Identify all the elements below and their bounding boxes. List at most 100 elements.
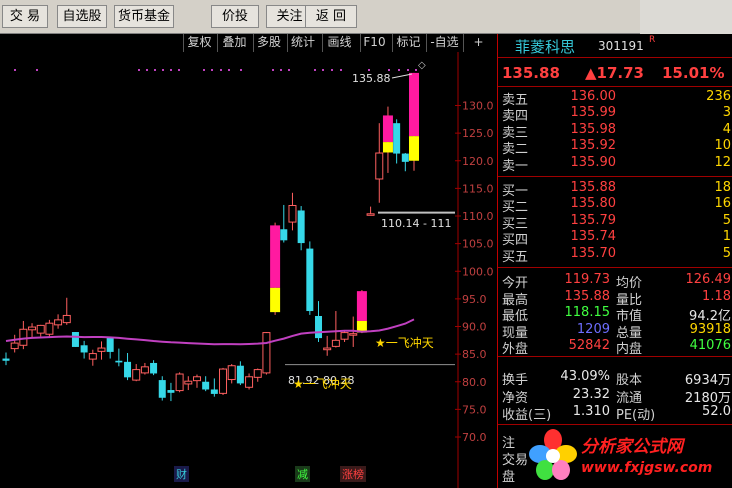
stock-name: 菲菱科思	[515, 38, 576, 56]
stat-row[interactable]: 今开 119.73 均价 126.49	[498, 272, 732, 291]
candle-body	[366, 213, 375, 216]
stat-value: 43.09%	[560, 369, 610, 384]
axis-tick-label: 130.0	[462, 100, 494, 113]
toolbar-blank	[640, 0, 732, 34]
bid-volume: 18	[714, 180, 731, 195]
bid-price: 135.80	[570, 196, 617, 212]
axis-tick-label: 90.0	[462, 321, 487, 334]
stat-value: 1.310	[572, 404, 610, 419]
draw-line-button[interactable]: 画线	[322, 34, 356, 52]
candle-body	[331, 339, 340, 347]
add-button[interactable]: +	[463, 34, 493, 52]
candle-body	[270, 287, 281, 313]
stat-row[interactable]: 外盘 52842 内盘 41076	[498, 338, 732, 357]
marker-dot	[138, 69, 140, 71]
stat-value: 135.88	[564, 288, 611, 304]
axis-tick-label: 105.0	[462, 238, 494, 251]
stat-label: 净资	[502, 390, 529, 406]
marker-dot	[322, 69, 324, 71]
candle-body	[409, 72, 419, 137]
signal-label-2: ★一飞冲天	[293, 377, 352, 391]
marker-dot	[388, 69, 390, 71]
ask-row[interactable]: 卖二 135.92 10	[498, 138, 732, 157]
stat-value: 126.49	[685, 272, 732, 287]
reduce-tag[interactable]: 减	[295, 466, 310, 482]
stat-row[interactable]: 现量 1209 总量 93918	[498, 321, 732, 341]
marker-dot	[272, 69, 274, 71]
bid-row[interactable]: 买四 135.74 1	[498, 229, 732, 248]
marker-dot	[203, 69, 205, 71]
watchlist-button[interactable]: 自选股	[57, 5, 107, 28]
marker-dot	[288, 69, 290, 71]
top-gainer-tag[interactable]: 涨榜	[340, 466, 366, 482]
candle-body	[54, 319, 63, 326]
candle-body	[280, 229, 288, 241]
candle-body	[297, 210, 305, 244]
top-toolbar: 交 易 自选股 货币基金 价投 关注 返 回	[0, 0, 732, 34]
stat-row[interactable]: 收益(三) 1.310 PE(动) 52.0	[498, 404, 732, 423]
trade-button[interactable]: 交 易	[2, 5, 48, 28]
ask-row[interactable]: 卖四 135.99 3	[498, 105, 732, 124]
stat-value: 52842	[568, 338, 610, 353]
marker-dot	[340, 69, 342, 71]
axis-tick-label: 85.0	[462, 348, 487, 361]
bid-price: 135.74	[570, 229, 617, 245]
stat-label: PE(动)	[616, 408, 656, 423]
ask-label: 卖一	[502, 158, 529, 174]
ask-row[interactable]: 卖三 135.98 4	[498, 122, 732, 141]
stat-label: 流通	[616, 390, 643, 406]
axis-tick-label: 125.0	[462, 127, 494, 140]
stat-row[interactable]: 换手 43.09% 股本 6934万	[498, 369, 732, 388]
overlay-button[interactable]: 叠加	[217, 34, 251, 52]
remove-watchlist-button[interactable]: -自选	[426, 34, 462, 52]
divider	[498, 267, 732, 268]
candle-body	[323, 347, 332, 351]
level-label: 110.14 - 111	[381, 217, 452, 230]
bid-row[interactable]: 买二 135.80 16	[498, 196, 732, 215]
candle-body	[382, 142, 393, 153]
stat-row[interactable]: 净资 23.32 流通 2180万	[498, 386, 732, 406]
stat-row[interactable]: 最高 135.88 量比 1.18	[498, 288, 732, 308]
f10-button[interactable]: F10	[360, 34, 388, 52]
candle-body	[62, 314, 71, 324]
candle-body	[210, 389, 218, 394]
ask-price: 135.92	[570, 138, 617, 154]
marker-dot	[14, 69, 16, 71]
multi-stock-button[interactable]: 多股	[253, 34, 284, 52]
logo-brand: 分析家公式网	[581, 437, 683, 457]
restore-rights-button[interactable]: 复权	[183, 34, 215, 52]
axis-tick-label: 120.0	[462, 155, 494, 168]
value-invest-button[interactable]: 价投	[211, 5, 259, 28]
axis-tick-label: 110.0	[462, 210, 494, 223]
stat-value: 23.32	[572, 386, 610, 402]
finance-tag[interactable]: 财	[174, 466, 189, 482]
candle-body	[106, 337, 114, 352]
candle-body	[158, 380, 166, 398]
marker-dot	[146, 69, 148, 71]
candle-body	[227, 365, 236, 381]
marker-dot	[398, 69, 400, 71]
high-price-label: 135.88	[352, 72, 391, 85]
candle-body	[167, 390, 175, 393]
candle-body	[115, 360, 123, 363]
stat-row[interactable]: 最低 118.15 市值 94.2亿	[498, 305, 732, 324]
money-fund-button[interactable]: 货币基金	[114, 5, 174, 28]
bid-row[interactable]: 买三 135.79 5	[498, 213, 732, 232]
ask-row[interactable]: 卖五 136.00 236	[498, 89, 732, 108]
stock-flag: R	[649, 35, 656, 45]
candle-body	[382, 115, 393, 143]
marker-dot	[331, 69, 333, 71]
candle-body	[236, 365, 244, 384]
mark-button[interactable]: 标记	[392, 34, 424, 52]
bid-row[interactable]: 买一 135.88 18	[498, 180, 732, 199]
candle-body	[288, 205, 297, 223]
price-axis: 130.0 125.0 120.0 115.0 110.0 105.0 100.0 95.0 9…	[14, 52, 494, 488]
divider	[498, 176, 732, 177]
marker-dot	[170, 69, 172, 71]
stat-value: 1209	[576, 321, 610, 337]
ask-row[interactable]: 卖一 135.90 12	[498, 155, 732, 174]
statistics-button[interactable]: 统计	[287, 34, 318, 52]
stat-value: 1.18	[702, 288, 731, 304]
bid-row[interactable]: 买五 135.70 5	[498, 246, 732, 265]
back-button[interactable]: 返 回	[305, 5, 357, 28]
